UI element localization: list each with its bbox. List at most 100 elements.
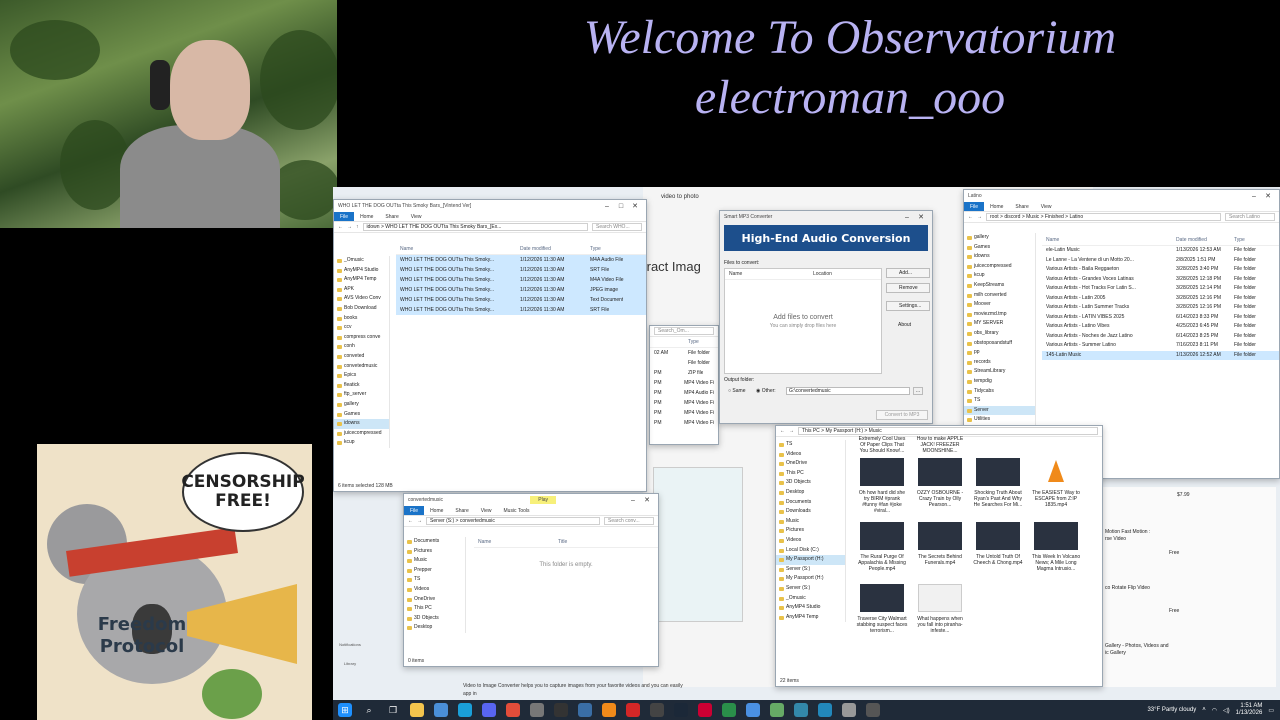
ribbon-tab-music-tools[interactable]: Music Tools (498, 506, 536, 515)
table-row[interactable]: WHO LET THE DOG OUTta This Smoky... 1/12/… (396, 265, 646, 275)
partial-search[interactable]: Search_Om... (654, 327, 714, 335)
table-row[interactable]: Various Artists - Baila Reggaeton 3/28/20… (1042, 265, 1279, 275)
app-icon[interactable] (770, 703, 784, 717)
nav-item[interactable]: AnyMP4 Studio (776, 603, 845, 613)
nav-item[interactable]: kcup (964, 271, 1035, 281)
nav-item[interactable]: TS (404, 575, 465, 585)
nav-item[interactable]: _Omusic (776, 594, 845, 604)
nav-item[interactable]: records (964, 358, 1035, 368)
calculator-icon[interactable] (434, 703, 448, 717)
nav-item[interactable]: This PC (404, 604, 465, 614)
table-row[interactable]: ele-Latin Music 1/13/2026 12:53 AM File fo… (1042, 246, 1279, 256)
nav-item[interactable]: _Omusic (334, 256, 389, 266)
add-button[interactable]: Add... (886, 268, 930, 278)
video-title[interactable]: Oh how hard did she try BIRM #prank #fun… (856, 490, 908, 514)
table-row[interactable]: Various Artists - Grandes Voces Latinas 3… (1042, 275, 1279, 285)
table-row[interactable]: Various Artists - LATIN VIBES 2025 6/14/2… (1042, 313, 1279, 323)
nav-item[interactable]: Prepper (404, 566, 465, 576)
ribbon-tab-home[interactable]: Home (424, 506, 449, 515)
search-input[interactable]: Search Latino (1225, 213, 1275, 221)
nav-item[interactable]: Documents (776, 498, 845, 508)
nav-item[interactable]: Local Disk (C:) (776, 546, 845, 556)
table-row[interactable]: WHO LET THE DOG OUTta This Smoky... 1/12/… (396, 295, 646, 305)
other-radio[interactable]: ◉ Other: (756, 388, 776, 394)
browse-button[interactable]: … (913, 387, 923, 395)
video-thumbnail[interactable] (860, 584, 904, 612)
table-row[interactable]: Various Artists - Summer Latino 7/16/2023… (1042, 341, 1279, 351)
windows-start-icon[interactable]: ⊞ (338, 703, 352, 717)
video-title[interactable]: Shocking Truth About Ryan's Past And Why… (972, 490, 1024, 508)
maximize-button[interactable]: □ (614, 203, 628, 210)
library-item[interactable]: Library (335, 661, 365, 666)
settings-icon[interactable] (530, 703, 544, 717)
table-row[interactable]: Various Artists - Hot Tracks For Latin S… (1042, 284, 1279, 294)
video-thumbnail[interactable] (976, 522, 1020, 550)
forward-icon[interactable]: → (789, 428, 794, 434)
close-icon[interactable]: ✕ (914, 213, 928, 221)
chevron-up-icon[interactable]: ˄ (1202, 707, 1206, 713)
nav-item[interactable]: Downloads (776, 507, 845, 517)
video-title[interactable]: The Untold Truth Of Cheech & Chong.mp4 (972, 554, 1024, 566)
remove-button[interactable]: Remove (886, 283, 930, 293)
nav-item[interactable]: juicecompressed (964, 262, 1035, 272)
video-title[interactable]: OZZY OSBOURNE - Crazy Train by Olly Pear… (914, 490, 966, 508)
nav-item[interactable]: MY SERVER (964, 319, 1035, 329)
forward-icon[interactable]: → (417, 518, 422, 524)
nav-item[interactable]: Moover (964, 300, 1035, 310)
obs-icon[interactable] (650, 703, 664, 717)
browser-icon[interactable] (722, 703, 736, 717)
search-input[interactable]: Search WHO... (592, 223, 642, 231)
nav-item[interactable]: convetedmusic (334, 362, 389, 372)
video-thumbnail[interactable] (976, 458, 1020, 486)
nav-item[interactable]: Games (334, 410, 389, 420)
opera-icon[interactable] (626, 703, 640, 717)
ribbon-tab-home[interactable]: Home (984, 202, 1009, 211)
close-icon[interactable]: ✕ (628, 202, 642, 210)
chrome-icon[interactable] (506, 703, 520, 717)
video-title[interactable]: This Week In Volcano News; A Mile Long M… (1030, 554, 1082, 572)
table-row[interactable]: WHO LET THE DOG OUTta This Smoky... 1/12/… (396, 275, 646, 285)
settings-button[interactable]: Settings... (886, 301, 930, 311)
ribbon-tab-share[interactable]: Share (1009, 202, 1034, 211)
minimize-button[interactable]: – (600, 203, 614, 210)
ribbon-tab-share[interactable]: Share (449, 506, 474, 515)
nav-item[interactable]: AnyMP4 Studio (334, 266, 389, 276)
nav-item[interactable]: compress conve (334, 333, 389, 343)
file-list[interactable]: Name Location Add files to convert You ca… (724, 268, 882, 374)
nav-item[interactable]: juicecompressed (334, 429, 389, 439)
app2-icon[interactable] (794, 703, 808, 717)
nav-item[interactable]: AnyMP4 Temp (334, 275, 389, 285)
about-button[interactable]: About (886, 321, 930, 331)
nav-item[interactable]: Utilities (964, 415, 1035, 425)
clock[interactable]: 1:51 AM 1/13/2026 (1236, 703, 1263, 717)
nav-item[interactable]: APK (334, 285, 389, 295)
table-row[interactable]: PM MP4 Video File (650, 418, 718, 428)
video-title[interactable]: What happens when you fall into piranha-… (914, 616, 966, 634)
table-row[interactable]: WHO LET THE DOG OUTta This Smoky... 1/12/… (396, 285, 646, 295)
table-row[interactable]: WHO LET THE DOG OUTta This Smoky... 1/12/… (396, 255, 646, 265)
wifi-icon[interactable]: ◠ (1212, 707, 1217, 714)
table-row[interactable]: PM MP4 Video File (650, 408, 718, 418)
nav-item[interactable]: milh converted (964, 291, 1035, 301)
nav-item[interactable]: 3D Objects (404, 614, 465, 624)
video-thumbnail[interactable] (1034, 522, 1078, 550)
nav-item[interactable]: StreamLibrary (964, 367, 1035, 377)
weather-widget[interactable]: 33°F Partly cloudy (1147, 707, 1196, 713)
nav-item[interactable]: 3D Objects (776, 478, 845, 488)
table-row[interactable]: File folder (650, 358, 718, 368)
table-row[interactable]: Various Artists - Latino Vibes 4/25/2023 … (1042, 322, 1279, 332)
minimize-button[interactable]: – (1247, 193, 1261, 200)
nav-item[interactable]: Music (776, 517, 845, 527)
nav-item[interactable]: Pictures (404, 547, 465, 557)
nav-item[interactable]: AVS Video Conv (334, 294, 389, 304)
table-row[interactable]: Various Artists - Latin 2005 3/28/2025 12… (1042, 294, 1279, 304)
video-title[interactable]: How to make APPLE JACK! FREEZER MOONSHIN… (914, 436, 966, 454)
nav-item[interactable]: gallery (334, 400, 389, 410)
nav-item[interactable]: Epics (334, 371, 389, 381)
convert-button[interactable]: Convert to MP3 (876, 410, 928, 420)
forward-icon[interactable]: → (347, 224, 352, 230)
nav-item[interactable]: Music (404, 556, 465, 566)
nav-item[interactable]: pp (964, 348, 1035, 358)
nav-item[interactable]: Documents (404, 537, 465, 547)
video-thumbnail[interactable] (918, 522, 962, 550)
